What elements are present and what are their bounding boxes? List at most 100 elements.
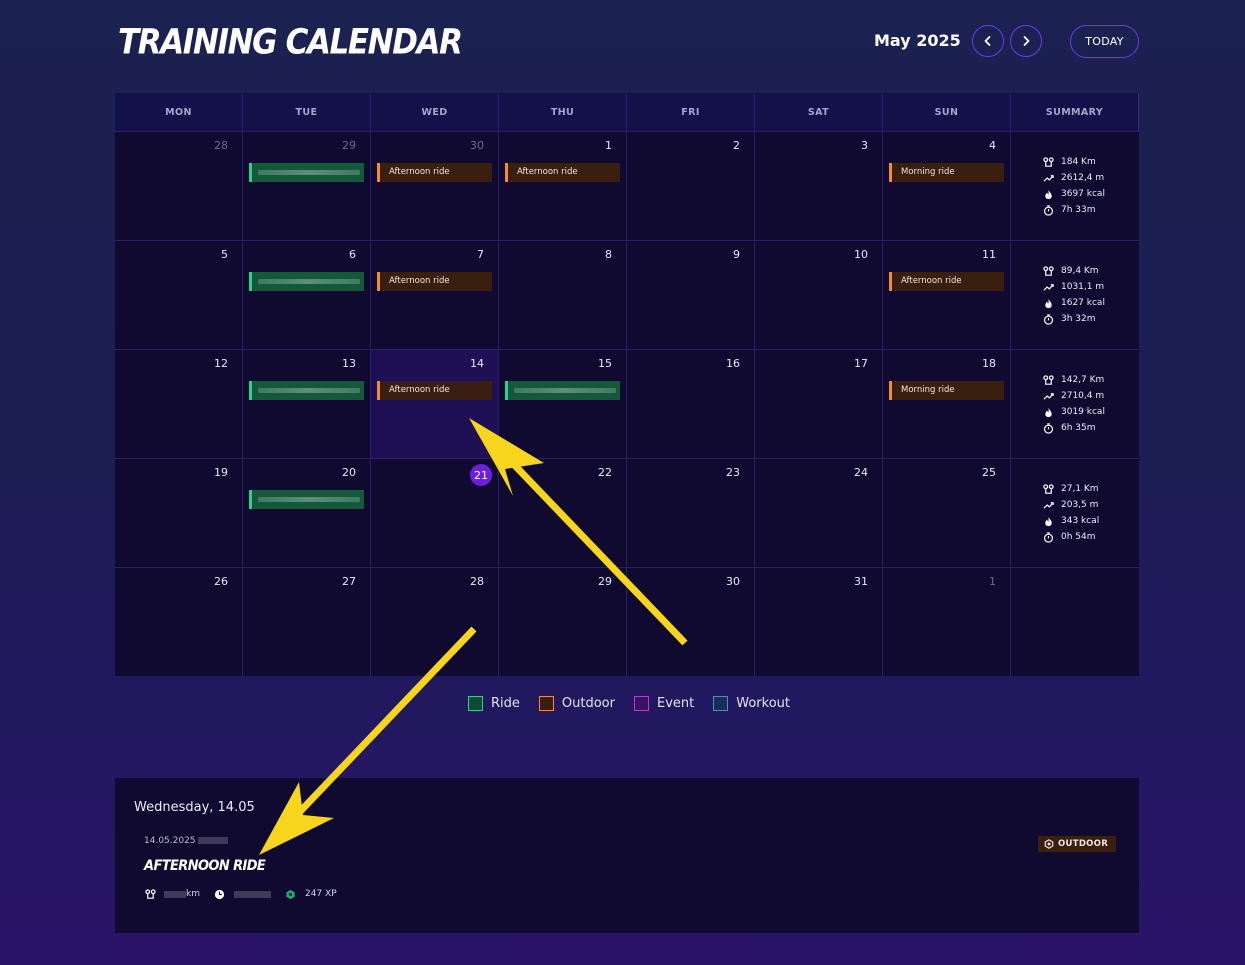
event-outdoor[interactable]: Afternoon ride [377,163,492,182]
activity-detail-panel: Wednesday, 14.05 14.05.2025 AFTERNOON RI… [115,778,1139,933]
day-cell[interactable]: 30 Afternoon ride [371,132,499,240]
day-cell[interactable]: 13 [243,350,371,458]
summary-distance-value: 184 Km [1061,157,1096,167]
event-ride[interactable] [249,490,364,509]
day-cell[interactable]: 4 Morning ride [883,132,1011,240]
day-cell[interactable]: 14 Afternoon ride [371,350,499,458]
event-ride[interactable] [249,163,364,182]
day-number: 15 [598,357,612,370]
day-cell[interactable]: 22 [499,459,627,567]
xp-icon [285,888,297,900]
day-cell[interactable]: 20 [243,459,371,567]
event-outdoor[interactable]: Morning ride [889,381,1004,400]
legend-label: Event [656,696,695,711]
legend-label: Outdoor [561,696,615,711]
event-outdoor[interactable]: Afternoon ride [505,163,620,182]
summary-elevation-value: 2612,4 m [1061,173,1105,183]
page-title: TRAINING CALENDAR [118,22,463,63]
day-number: 23 [726,466,740,479]
day-cell[interactable]: 1 Afternoon ride [499,132,627,240]
legend-swatch [633,696,649,711]
distance-icon [1042,374,1054,386]
event-outdoor[interactable]: Afternoon ride [377,272,492,291]
legend-item-workout[interactable]: Workout [713,696,790,711]
event-ride[interactable] [505,381,620,400]
day-number: 29 [342,139,356,152]
day-cell[interactable]: 29 [243,132,371,240]
day-cell[interactable]: 10 [755,241,883,349]
summary-distance: 184 Km [1042,154,1105,170]
next-month-button[interactable] [1010,25,1042,57]
day-cell[interactable]: 18 Morning ride [883,350,1011,458]
day-cell[interactable]: 25 [883,459,1011,567]
event-ride[interactable] [249,381,364,400]
distance-icon [1042,265,1054,277]
flame-icon [1042,515,1054,527]
day-cell[interactable]: 16 [627,350,755,458]
day-cell[interactable]: 1 [883,568,1011,676]
legend-item-ride[interactable]: Ride [468,696,520,711]
day-cell[interactable]: 29 [499,568,627,676]
day-number: 16 [726,357,740,370]
weekday-summary: SUMMARY [1011,93,1139,131]
summary-distance: 142,7 Km [1042,372,1105,388]
day-cell[interactable]: 23 [627,459,755,567]
day-cell[interactable]: 30 [627,568,755,676]
event-outdoor[interactable]: Afternoon ride [377,381,492,400]
header: TRAINING CALENDAR May 2025 TODAY [115,22,1139,62]
detail-date-heading: Wednesday, 14.05 [134,800,255,815]
day-cell[interactable]: 12 [115,350,243,458]
legend: Ride Outdoor Event Workout [468,696,809,711]
day-cell[interactable]: 31 [755,568,883,676]
outdoor-badge: OUTDOOR [1038,836,1117,852]
summary-time-value: 0h 54m [1061,532,1096,542]
day-cell[interactable]: 28 [371,568,499,676]
summary-time: 7h 33m [1042,202,1105,218]
summary-distance: 89,4 Km [1042,263,1105,279]
day-cell[interactable]: 27 [243,568,371,676]
elevation-icon [1042,281,1054,293]
legend-item-event[interactable]: Event [633,696,695,711]
event-outdoor[interactable]: Morning ride [889,163,1004,182]
day-cell[interactable]: 5 [115,241,243,349]
day-cell[interactable]: 9 [627,241,755,349]
day-number: 12 [214,357,228,370]
summary-calories-value: 343 kcal [1061,516,1100,526]
day-cell[interactable]: 21 [371,459,499,567]
chevron-right-icon [1023,36,1030,46]
day-cell[interactable]: 2 [627,132,755,240]
day-cell[interactable]: 26 [115,568,243,676]
day-cell[interactable]: 19 [115,459,243,567]
summary-distance-value: 27,1 Km [1061,484,1099,494]
day-cell[interactable]: 6 [243,241,371,349]
prev-month-button[interactable] [972,25,1004,57]
day-number: 2 [733,139,740,152]
summary-calories: 343 kcal [1042,513,1099,529]
activity-title[interactable]: AFTERNOON RIDE [144,858,266,875]
day-cell[interactable]: 7 Afternoon ride [371,241,499,349]
week-summary: 142,7 Km 2710,4 m 3019 kcal 6h 35m [1011,350,1139,458]
summary-time: 3h 32m [1042,311,1105,327]
today-button[interactable]: TODAY [1070,25,1139,58]
day-cell[interactable]: 15 [499,350,627,458]
stopwatch-icon [1042,422,1054,434]
flame-icon [1042,406,1054,418]
event-outdoor[interactable]: Afternoon ride [889,272,1004,291]
event-ride[interactable] [249,272,364,291]
summary-calories: 1627 kcal [1042,295,1105,311]
day-number: 3 [861,139,868,152]
day-cell[interactable]: 28 [115,132,243,240]
day-number: 14 [470,357,484,370]
calendar-grid: MON TUE WED THU FRI SAT SUN SUMMARY 28 29 30 After… [115,93,1139,676]
day-number: 27 [342,575,356,588]
legend-item-outdoor[interactable]: Outdoor [538,696,615,711]
week-summary [1011,568,1139,676]
day-cell[interactable]: 3 [755,132,883,240]
today-marker: 21 [470,464,492,486]
day-cell[interactable]: 24 [755,459,883,567]
day-cell[interactable]: 17 [755,350,883,458]
day-cell[interactable]: 8 [499,241,627,349]
day-cell[interactable]: 11 Afternoon ride [883,241,1011,349]
legend-swatch [538,696,554,711]
day-number: 4 [989,139,996,152]
